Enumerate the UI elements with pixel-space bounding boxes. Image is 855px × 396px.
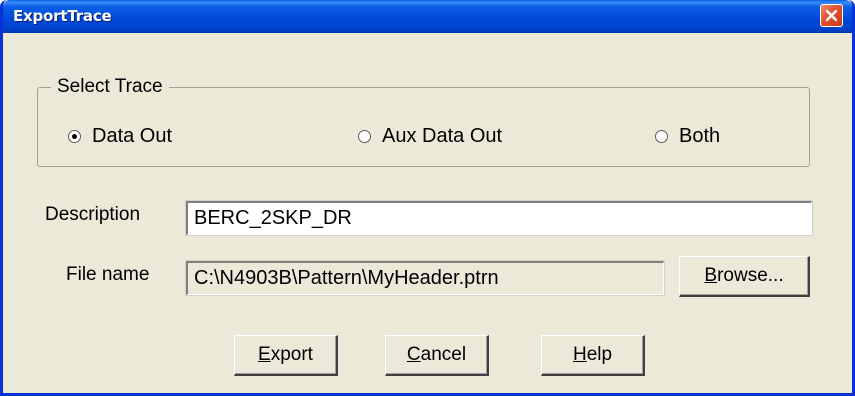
export-mnemonic: E <box>258 344 271 365</box>
select-trace-legend: Select Trace <box>51 76 169 98</box>
file-name-label: File name <box>66 264 150 285</box>
export-button[interactable]: Export <box>234 335 338 376</box>
radio-both[interactable]: Both <box>655 121 720 151</box>
cancel-mnemonic: C <box>406 344 421 365</box>
description-value: BERC_2SKP_DR <box>194 207 352 229</box>
browse-button[interactable]: Browse... <box>679 256 810 297</box>
radio-indicator <box>358 129 371 143</box>
window-title: ExportTrace <box>13 7 112 25</box>
help-button[interactable]: Help <box>541 335 645 376</box>
radio-indicator <box>655 129 668 143</box>
description-label: Description <box>45 204 141 225</box>
close-button[interactable] <box>820 4 843 27</box>
cancel-button[interactable]: Cancel <box>385 335 489 376</box>
cancel-label: ancel <box>420 344 467 365</box>
radio-aux-data-out[interactable]: Aux Data Out <box>358 121 502 151</box>
radio-label: Aux Data Out <box>382 124 503 147</box>
help-label: elp <box>586 344 613 365</box>
help-mnemonic: H <box>572 344 587 365</box>
radio-label: Data Out <box>92 124 173 147</box>
file-name-value: C:\N4903B\Pattern\MyHeader.ptrn <box>194 267 499 289</box>
description-input[interactable]: BERC_2SKP_DR <box>185 200 813 236</box>
radio-data-out[interactable]: Data Out <box>68 121 172 151</box>
file-name-field[interactable]: C:\N4903B\Pattern\MyHeader.ptrn <box>185 260 665 296</box>
title-bar[interactable]: ExportTrace <box>3 0 852 33</box>
export-label: xport <box>270 344 313 365</box>
radio-indicator-checked <box>68 129 81 143</box>
browse-label: rowse... <box>717 265 784 286</box>
browse-mnemonic: B <box>704 265 718 286</box>
radio-label: Both <box>679 124 721 147</box>
